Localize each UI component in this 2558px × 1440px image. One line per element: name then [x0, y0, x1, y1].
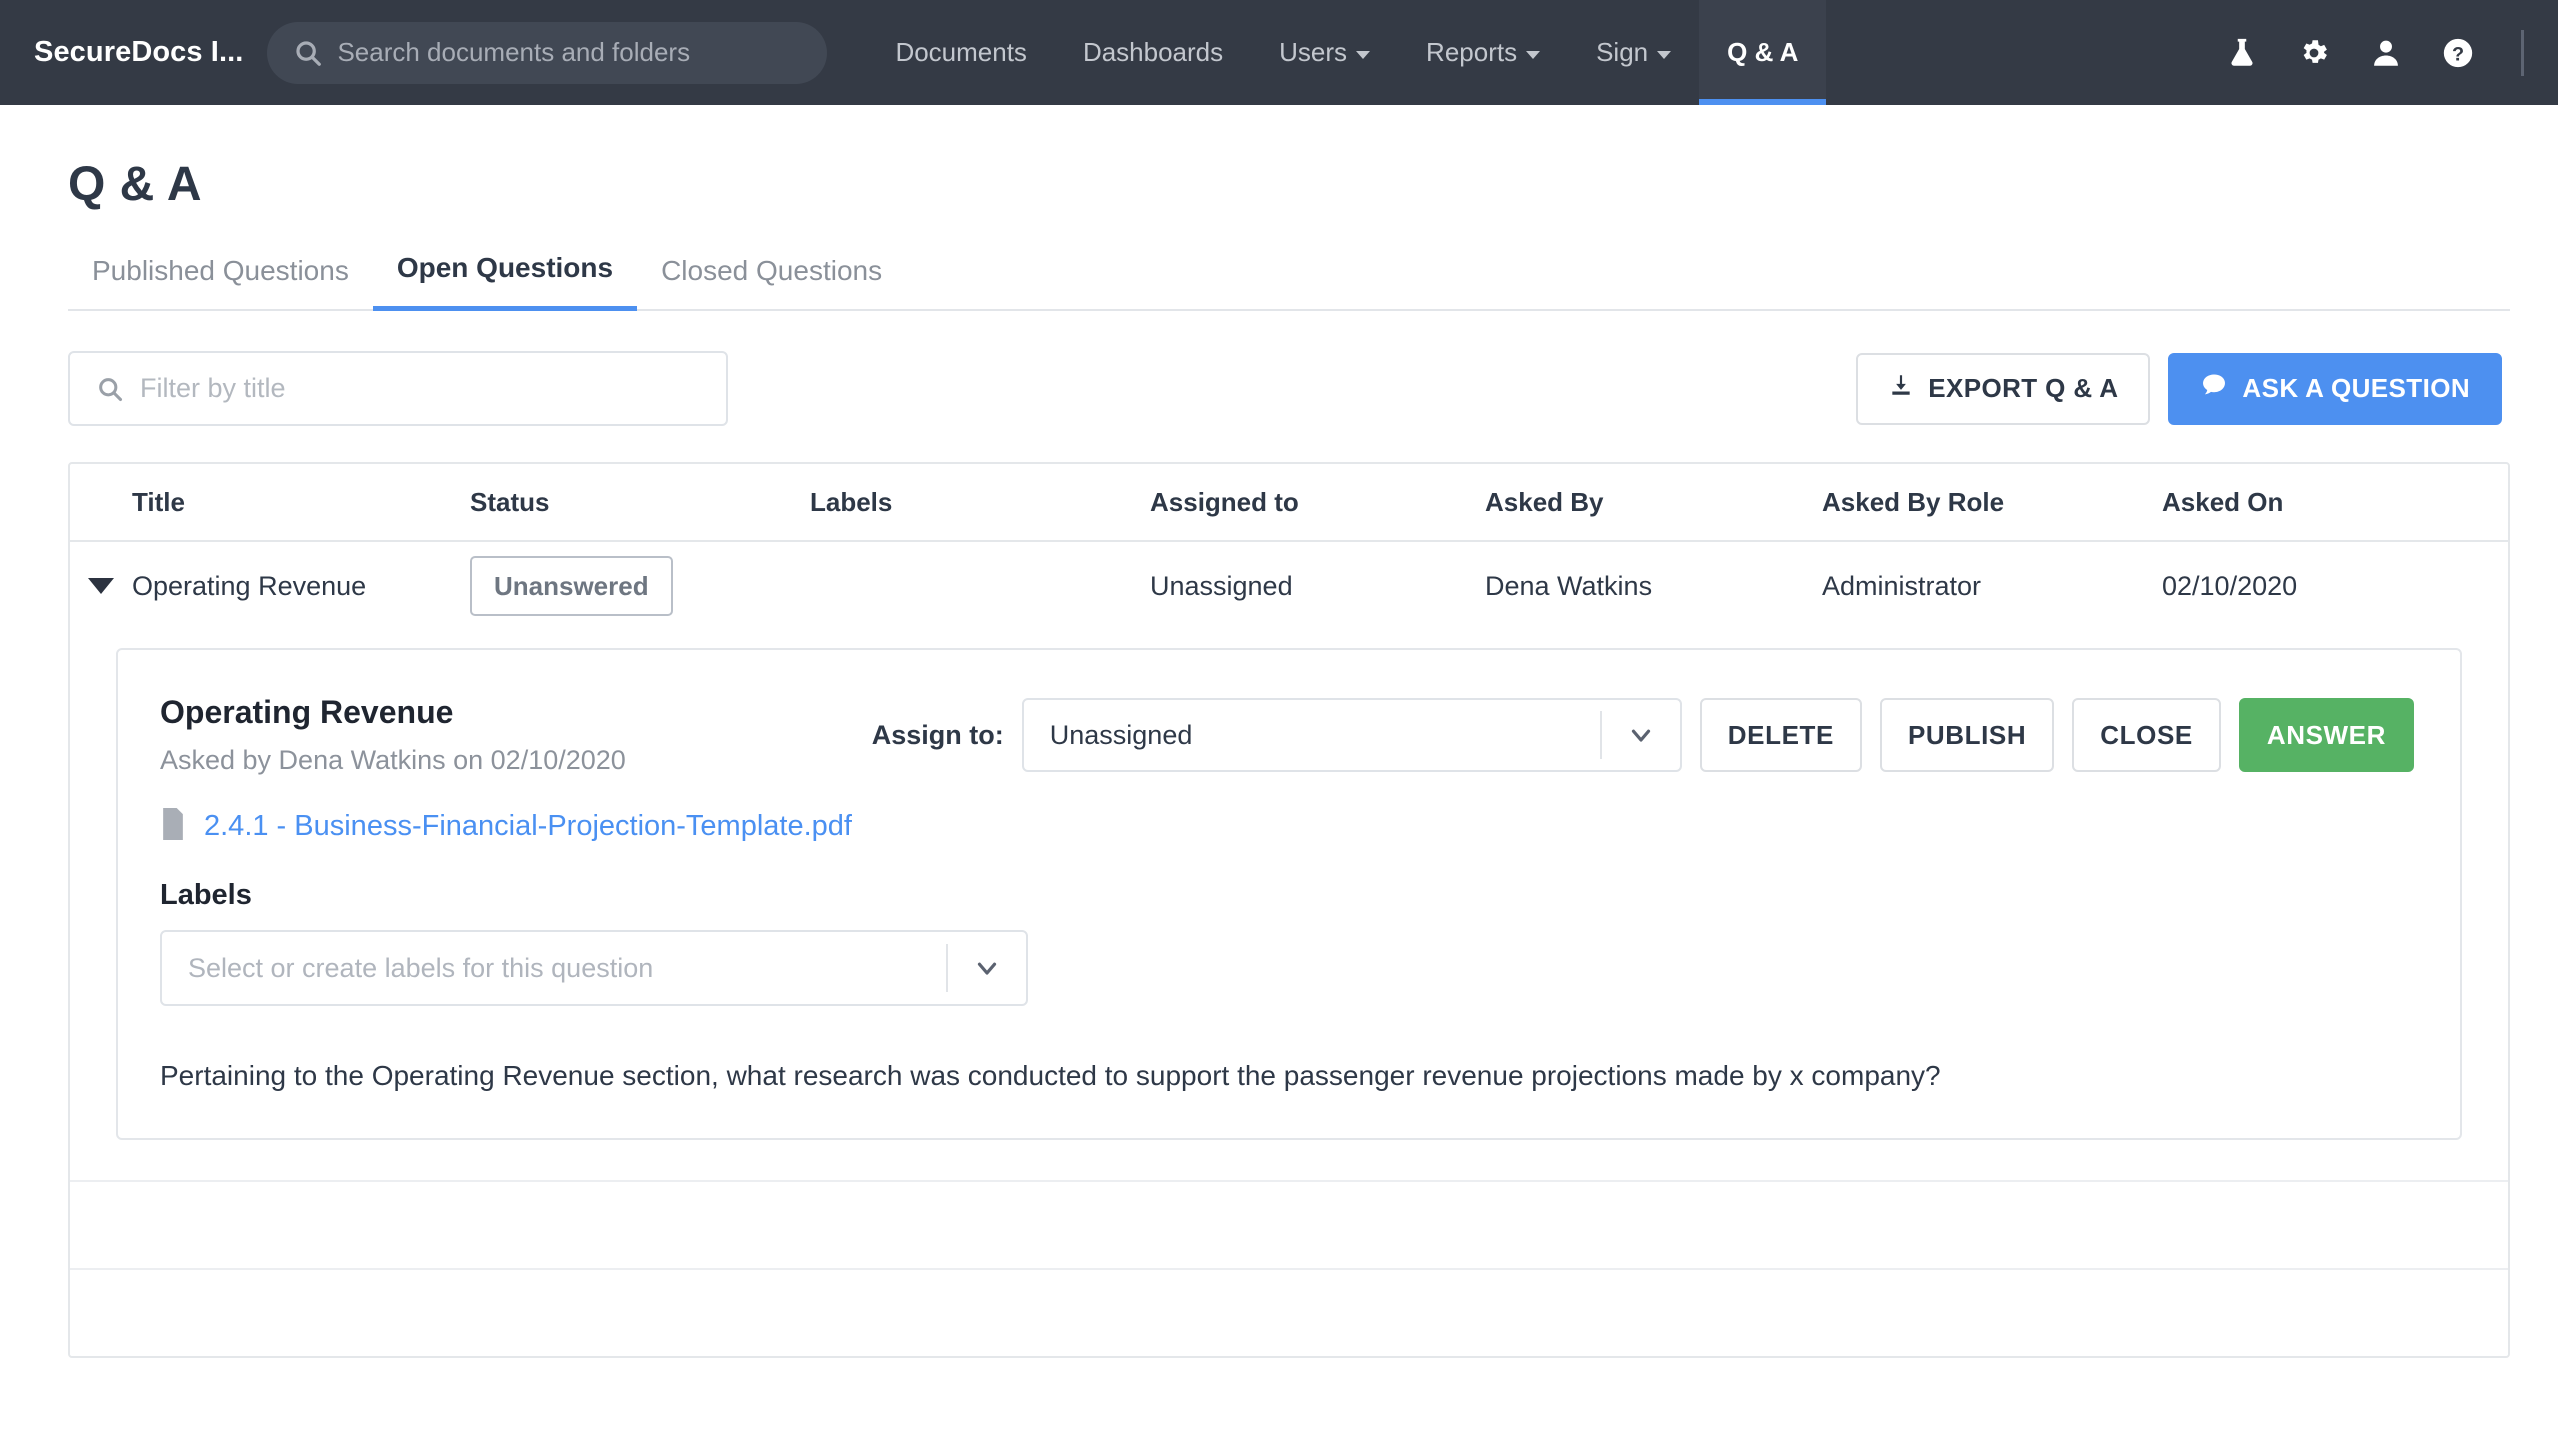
filter-by-title-box[interactable]: [68, 351, 728, 426]
nav-item-dashboards[interactable]: Dashboards: [1055, 0, 1251, 105]
cell-status: Unanswered: [470, 556, 810, 616]
nav-item-label: Q & A: [1727, 37, 1799, 67]
assign-to-select[interactable]: Unassigned: [1021, 698, 1682, 772]
assign-to-value: Unassigned: [1049, 719, 1193, 750]
labels-placeholder: Select or create labels for this questio…: [188, 952, 654, 983]
nav-item-users[interactable]: Users: [1251, 0, 1398, 105]
triangle-down-icon: [88, 578, 114, 594]
expanded-detail-row: Operating Revenue Asked by Dena Watkins …: [70, 630, 2508, 1180]
filter-input[interactable]: [140, 373, 700, 404]
question-detail-panel: Operating Revenue Asked by Dena Watkins …: [116, 648, 2462, 1141]
table-row[interactable]: [70, 1268, 2508, 1356]
user-icon[interactable]: [2369, 36, 2403, 70]
tab-closed-questions[interactable]: Closed Questions: [637, 255, 906, 309]
help-icon[interactable]: ?: [2441, 36, 2475, 70]
nav-divider: [2521, 29, 2524, 76]
detail-heading-block: Operating Revenue Asked by Dena Watkins …: [160, 694, 626, 776]
answer-button[interactable]: ANSWER: [2238, 698, 2414, 772]
nav-item-label: Documents: [895, 37, 1027, 67]
flask-icon[interactable]: [2225, 36, 2259, 70]
detail-action-buttons: DELETE PUBLISH CLOSE ANSWER: [1699, 698, 2414, 772]
publish-button[interactable]: PUBLISH: [1879, 698, 2055, 772]
tab-published-questions[interactable]: Published Questions: [68, 255, 373, 309]
table-row[interactable]: [70, 1180, 2508, 1268]
global-search-box[interactable]: [267, 21, 828, 84]
document-icon: [160, 808, 186, 845]
labels-select[interactable]: Select or create labels for this questio…: [160, 930, 1028, 1006]
tab-open-questions[interactable]: Open Questions: [372, 252, 638, 311]
close-button[interactable]: CLOSE: [2072, 698, 2221, 772]
app-brand-title: SecureDocs I...: [34, 36, 244, 68]
document-link[interactable]: 2.4.1 - Business-Financial-Projection-Te…: [204, 810, 852, 843]
ask-a-question-button[interactable]: ASK A QUESTION: [2168, 352, 2502, 425]
assign-to-label: Assign to:: [871, 719, 1004, 750]
cell-assigned-to: Unassigned: [1150, 570, 1293, 601]
svg-text:?: ?: [2452, 43, 2464, 65]
toolbar-actions: EXPORT Q & A ASK A QUESTION: [1856, 352, 2510, 425]
attached-document: 2.4.1 - Business-Financial-Projection-Te…: [160, 808, 2414, 845]
export-qanda-label: EXPORT Q & A: [1928, 373, 2119, 403]
ask-a-question-label: ASK A QUESTION: [2242, 373, 2470, 403]
download-icon: [1888, 372, 1914, 405]
column-header-asked-by: Asked By: [1485, 486, 1604, 517]
status-badge: Unanswered: [470, 556, 673, 616]
chevron-down-icon: [1602, 720, 1680, 750]
chevron-down-icon: [1526, 50, 1541, 59]
cell-asked-by-role: Administrator: [1822, 570, 1982, 601]
column-header-asked-on: Asked On: [2162, 486, 2284, 517]
detail-header: Operating Revenue Asked by Dena Watkins …: [160, 694, 2414, 776]
nav-item-documents[interactable]: Documents: [867, 0, 1055, 105]
chevron-down-icon: [948, 953, 1026, 983]
search-input[interactable]: [337, 37, 802, 68]
chevron-down-icon: [1657, 50, 1672, 59]
questions-table: Title Status Labels Assigned to Asked By…: [68, 462, 2510, 1359]
cell-asked-by: Dena Watkins: [1485, 570, 1653, 601]
detail-subtitle: Asked by Dena Watkins on 02/10/2020: [160, 745, 626, 775]
nav-item-reports[interactable]: Reports: [1398, 0, 1568, 105]
table-toolbar: EXPORT Q & A ASK A QUESTION: [68, 351, 2510, 426]
nav-item-sign[interactable]: Sign: [1568, 0, 1699, 105]
top-navigation-bar: SecureDocs I... Documents Dashboards Use…: [0, 0, 2558, 105]
primary-nav-items: Documents Dashboards Users Reports Sign …: [867, 0, 1827, 105]
page-content: Q & A Published Questions Open Questions…: [0, 105, 2558, 1359]
delete-button[interactable]: DELETE: [1699, 698, 1862, 772]
expand-row-toggle[interactable]: [70, 578, 132, 594]
column-header-assigned-to: Assigned to: [1150, 486, 1299, 517]
chevron-down-icon: [1356, 50, 1371, 59]
nav-item-label: Users: [1279, 37, 1348, 67]
gear-icon[interactable]: [2297, 36, 2331, 70]
question-tabs: Published Questions Open Questions Close…: [68, 252, 2510, 311]
cell-asked-on: 02/10/2020: [2162, 570, 2298, 601]
column-header-title: Title: [132, 486, 185, 517]
search-icon: [293, 38, 323, 68]
question-text: Pertaining to the Operating Revenue sect…: [160, 1060, 1941, 1091]
speech-bubble-icon: [2200, 371, 2228, 406]
table-header-row: Title Status Labels Assigned to Asked By…: [70, 464, 2508, 542]
cell-title: Operating Revenue: [132, 570, 367, 601]
page-title: Q & A: [68, 158, 203, 211]
labels-heading: Labels: [160, 879, 252, 911]
assign-to-group: Assign to: Unassigned DELETE PUBLISH CLO…: [872, 694, 2414, 772]
table-row[interactable]: Operating Revenue Unanswered Unassigned …: [70, 542, 2508, 630]
nav-item-label: Dashboards: [1082, 37, 1224, 67]
nav-utility-icons: ?: [2225, 29, 2528, 76]
nav-item-qanda[interactable]: Q & A: [1699, 0, 1827, 105]
column-header-status: Status: [470, 486, 550, 517]
nav-item-label: Reports: [1426, 37, 1518, 67]
column-header-asked-by-role: Asked By Role: [1822, 486, 2005, 517]
export-qanda-button[interactable]: EXPORT Q & A: [1856, 352, 2151, 425]
nav-item-label: Sign: [1596, 37, 1649, 67]
search-icon: [96, 375, 124, 403]
column-header-labels: Labels: [810, 486, 893, 517]
detail-title: Operating Revenue: [160, 694, 454, 730]
